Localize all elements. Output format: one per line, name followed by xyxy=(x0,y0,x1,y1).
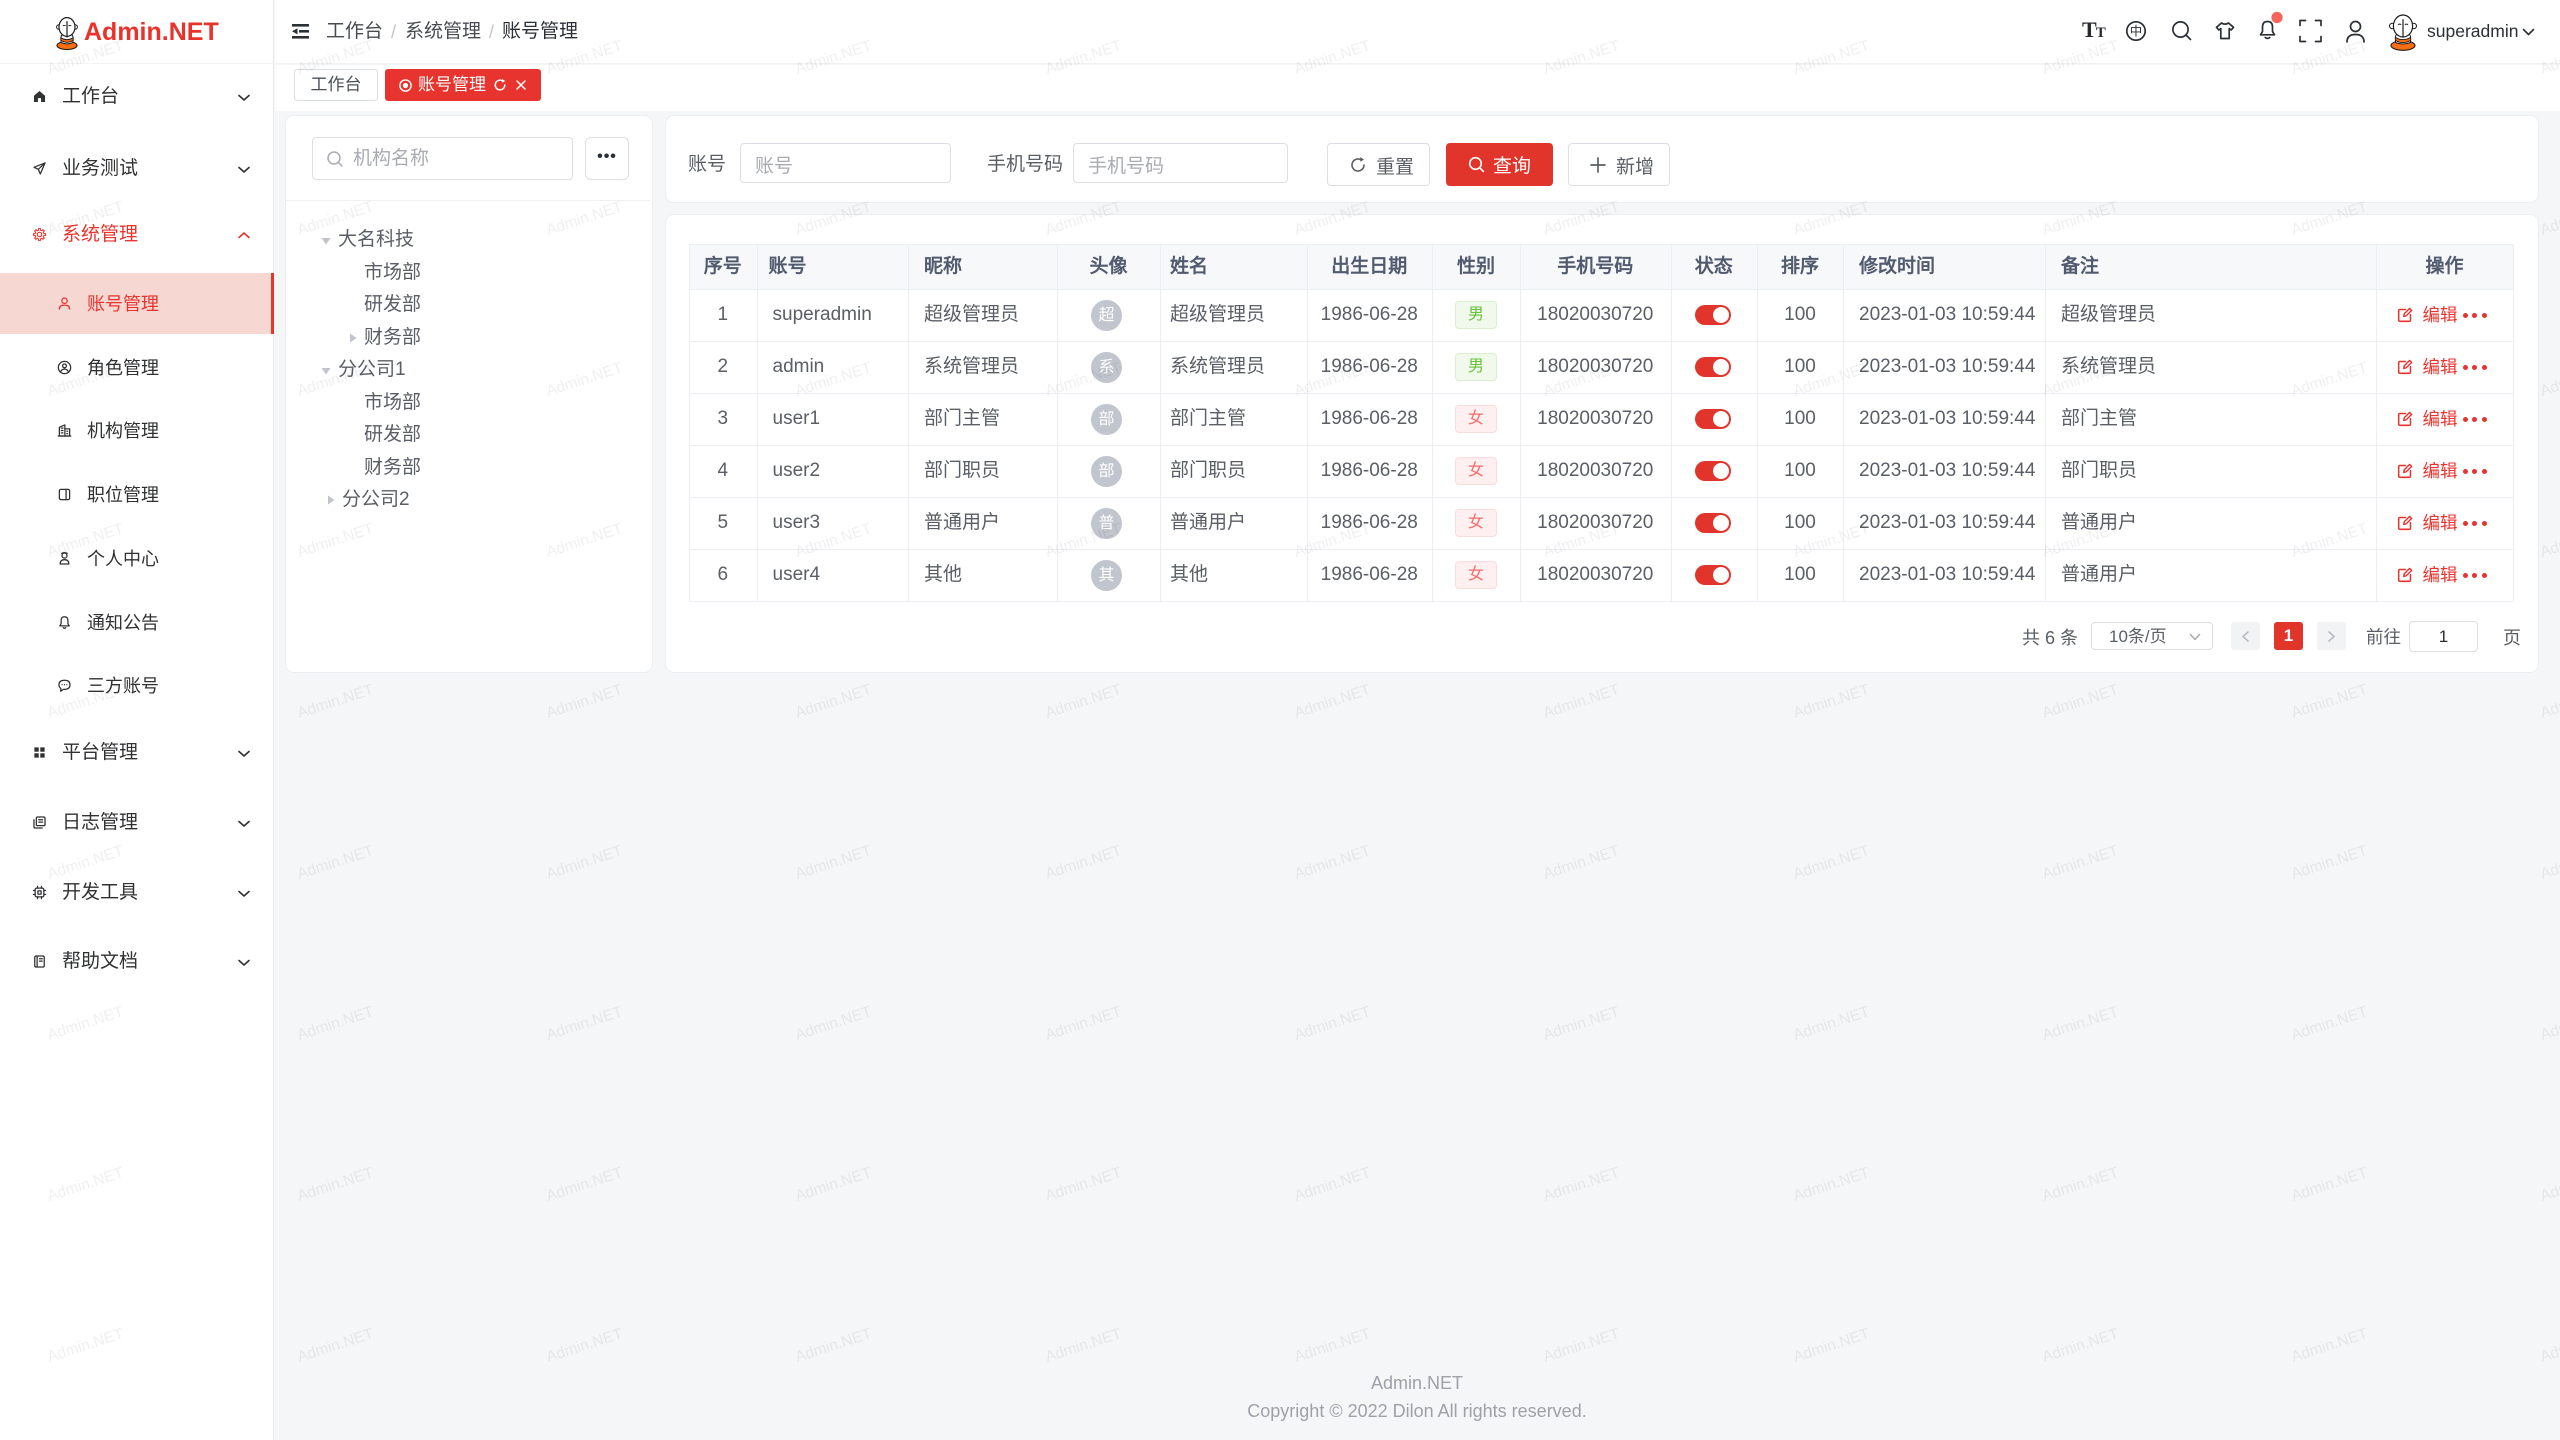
svg-text:中: 中 xyxy=(2130,24,2143,39)
